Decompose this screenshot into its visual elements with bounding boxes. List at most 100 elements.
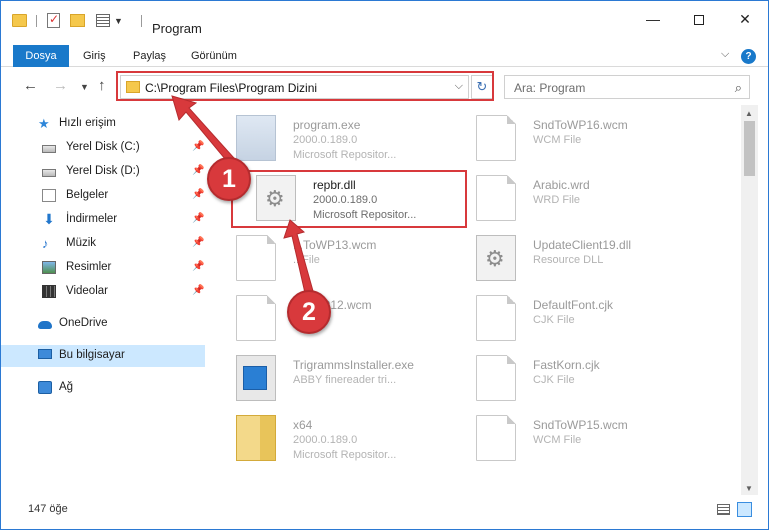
file-tile[interactable]: TrigrammsInstaller.exe ABBY finereader t… [212, 349, 448, 405]
sidebar-item-downloads[interactable]: ⬇ İndirmeler 📌 [1, 209, 205, 231]
scroll-up-icon[interactable]: ▲ [745, 109, 753, 118]
title-bar: ▼ Program — ✕ [1, 1, 768, 37]
minimize-button[interactable]: — [630, 1, 676, 37]
sidebar-item-music[interactable]: ♪ Müzik 📌 [1, 233, 205, 255]
divider [36, 15, 37, 27]
file-name: SndToWP15.wcm [533, 418, 628, 432]
sidebar-item-network[interactable]: Ağ [1, 377, 205, 399]
sidebar-item-label: Yerel Disk (D:) [66, 165, 140, 177]
file-tile[interactable]: ...ToWP13.wcm ...File [212, 229, 448, 285]
file-tile[interactable]: SndToWP15.wcm WCM File [452, 409, 688, 465]
music-icon: ♪ [42, 236, 49, 251]
file-icon [236, 235, 276, 281]
file-tile[interactable]: Arabic.wrd WRD File [452, 169, 688, 225]
sidebar-item-label: Hızlı erişim [59, 117, 116, 129]
tiles-view-icon[interactable] [737, 502, 752, 517]
window-title: Program [152, 21, 202, 36]
file-tile[interactable]: ⚙ UpdateClient19.dll Resource DLL [452, 229, 688, 285]
file-type: CJK File [533, 314, 575, 326]
details-view-icon[interactable] [717, 504, 730, 515]
file-icon [476, 175, 516, 221]
file-type: WCM File [533, 134, 582, 146]
maximize-icon [694, 15, 704, 26]
step-2-badge: 2 [287, 290, 331, 334]
file-type: CJK File [533, 374, 575, 386]
dll-gear-icon: ⚙ [476, 235, 516, 281]
scroll-thumb[interactable] [744, 121, 755, 176]
sidebar-item-onedrive[interactable]: OneDrive [1, 313, 205, 335]
vertical-scrollbar[interactable]: ▲ ▼ [741, 105, 758, 495]
sidebar-item-videos[interactable]: Videolar 📌 [1, 281, 205, 303]
sidebar-item-label: Ağ [59, 381, 74, 393]
status-bar: 147 öğe [1, 497, 768, 521]
recent-locations-icon[interactable]: ▼ [80, 82, 89, 92]
folder-icon [12, 14, 27, 27]
tab-share[interactable]: Paylaş [133, 45, 166, 67]
search-icon[interactable]: ⌕ [735, 80, 742, 96]
pin-icon[interactable]: 📌 [192, 261, 204, 272]
new-folder-icon[interactable] [70, 14, 85, 27]
properties-icon[interactable] [96, 14, 110, 27]
computer-icon [38, 349, 52, 359]
file-description: ABBY finereader tri... [293, 374, 397, 386]
file-name: DefaultFont.cjk [533, 298, 614, 312]
sidebar-item-pictures[interactable]: Resimler 📌 [1, 257, 205, 279]
tab-view[interactable]: Görünüm [191, 45, 237, 67]
search-placeholder: Ara: Program [514, 81, 586, 95]
help-icon[interactable]: ? [741, 49, 756, 64]
ribbon-tabs: Dosya Giriş Paylaş Görünüm ⌵ ? [1, 45, 768, 67]
expand-ribbon-icon[interactable]: ⌵ [721, 48, 729, 61]
pin-icon[interactable]: 📌 [192, 165, 204, 176]
chevron-down-icon[interactable]: ▼ [114, 16, 123, 32]
forward-arrow-icon[interactable]: → [53, 77, 68, 94]
file-icon [236, 295, 276, 341]
file-icon [476, 295, 516, 341]
sidebar-item-label: Bu bilgisayar [59, 349, 125, 361]
file-type: WCM File [533, 434, 582, 446]
file-type: WRD File [533, 194, 581, 206]
pin-icon[interactable]: 📌 [192, 285, 204, 296]
star-icon: ★ [38, 116, 50, 131]
file-name: Arabic.wrd [533, 178, 590, 192]
pin-icon[interactable]: 📌 [192, 213, 204, 224]
sidebar-item-this-pc[interactable]: Bu bilgisayar [1, 345, 205, 367]
download-icon: ⬇ [43, 211, 55, 227]
tab-home[interactable]: Giriş [83, 45, 106, 67]
sidebar-item-label: Yerel Disk (C:) [66, 141, 140, 153]
documents-icon [42, 189, 56, 202]
maximize-button[interactable] [676, 1, 722, 37]
sidebar-item-label: Videolar [66, 285, 108, 297]
archive-icon [236, 415, 276, 461]
file-description: Microsoft Repositor... [293, 149, 397, 161]
search-input[interactable]: Ara: Program ⌕ [504, 75, 750, 99]
file-name: UpdateClient19.dll [533, 238, 632, 252]
file-description: Microsoft Repositor... [293, 449, 397, 461]
file-tile[interactable]: SndToWP16.wcm WCM File [452, 109, 688, 165]
file-tile[interactable]: DefaultFont.cjk CJK File [452, 289, 688, 345]
file-version: 2000.0.189.0 [293, 134, 358, 146]
file-name: ...ToWP13.wcm [293, 238, 377, 252]
sidebar-item-local-disk-c[interactable]: Yerel Disk (C:) 📌 [1, 137, 205, 159]
pin-icon[interactable]: 📌 [192, 189, 204, 200]
pin-icon[interactable]: 📌 [192, 141, 204, 152]
file-tile[interactable]: FastKorn.cjk CJK File [452, 349, 688, 405]
tab-file[interactable]: Dosya [13, 45, 69, 67]
file-tile[interactable]: program.exe 2000.0.189.0 Microsoft Repos… [212, 109, 448, 165]
file-name: SndToWP16.wcm [533, 118, 628, 132]
back-arrow-icon[interactable]: ← [23, 77, 38, 94]
pin-icon[interactable]: 📌 [192, 237, 204, 248]
scroll-down-icon[interactable]: ▼ [745, 484, 753, 493]
file-tile[interactable]: x64 2000.0.189.0 Microsoft Repositor... [212, 409, 448, 465]
sidebar-item-local-disk-d[interactable]: Yerel Disk (D:) 📌 [1, 161, 205, 183]
sidebar-item-quick-access[interactable]: ★ Hızlı erişim [1, 113, 205, 135]
network-icon [38, 381, 52, 394]
sidebar-item-documents[interactable]: Belgeler 📌 [1, 185, 205, 207]
file-highlight-box [231, 170, 467, 228]
onedrive-cloud-icon [38, 321, 52, 329]
pictures-icon [42, 261, 56, 274]
close-button[interactable]: ✕ [722, 1, 768, 37]
up-arrow-icon[interactable]: ↑ [98, 77, 106, 94]
divider [141, 15, 142, 27]
sidebar-item-label: Resimler [66, 261, 112, 273]
properties-check-icon[interactable] [47, 12, 60, 28]
